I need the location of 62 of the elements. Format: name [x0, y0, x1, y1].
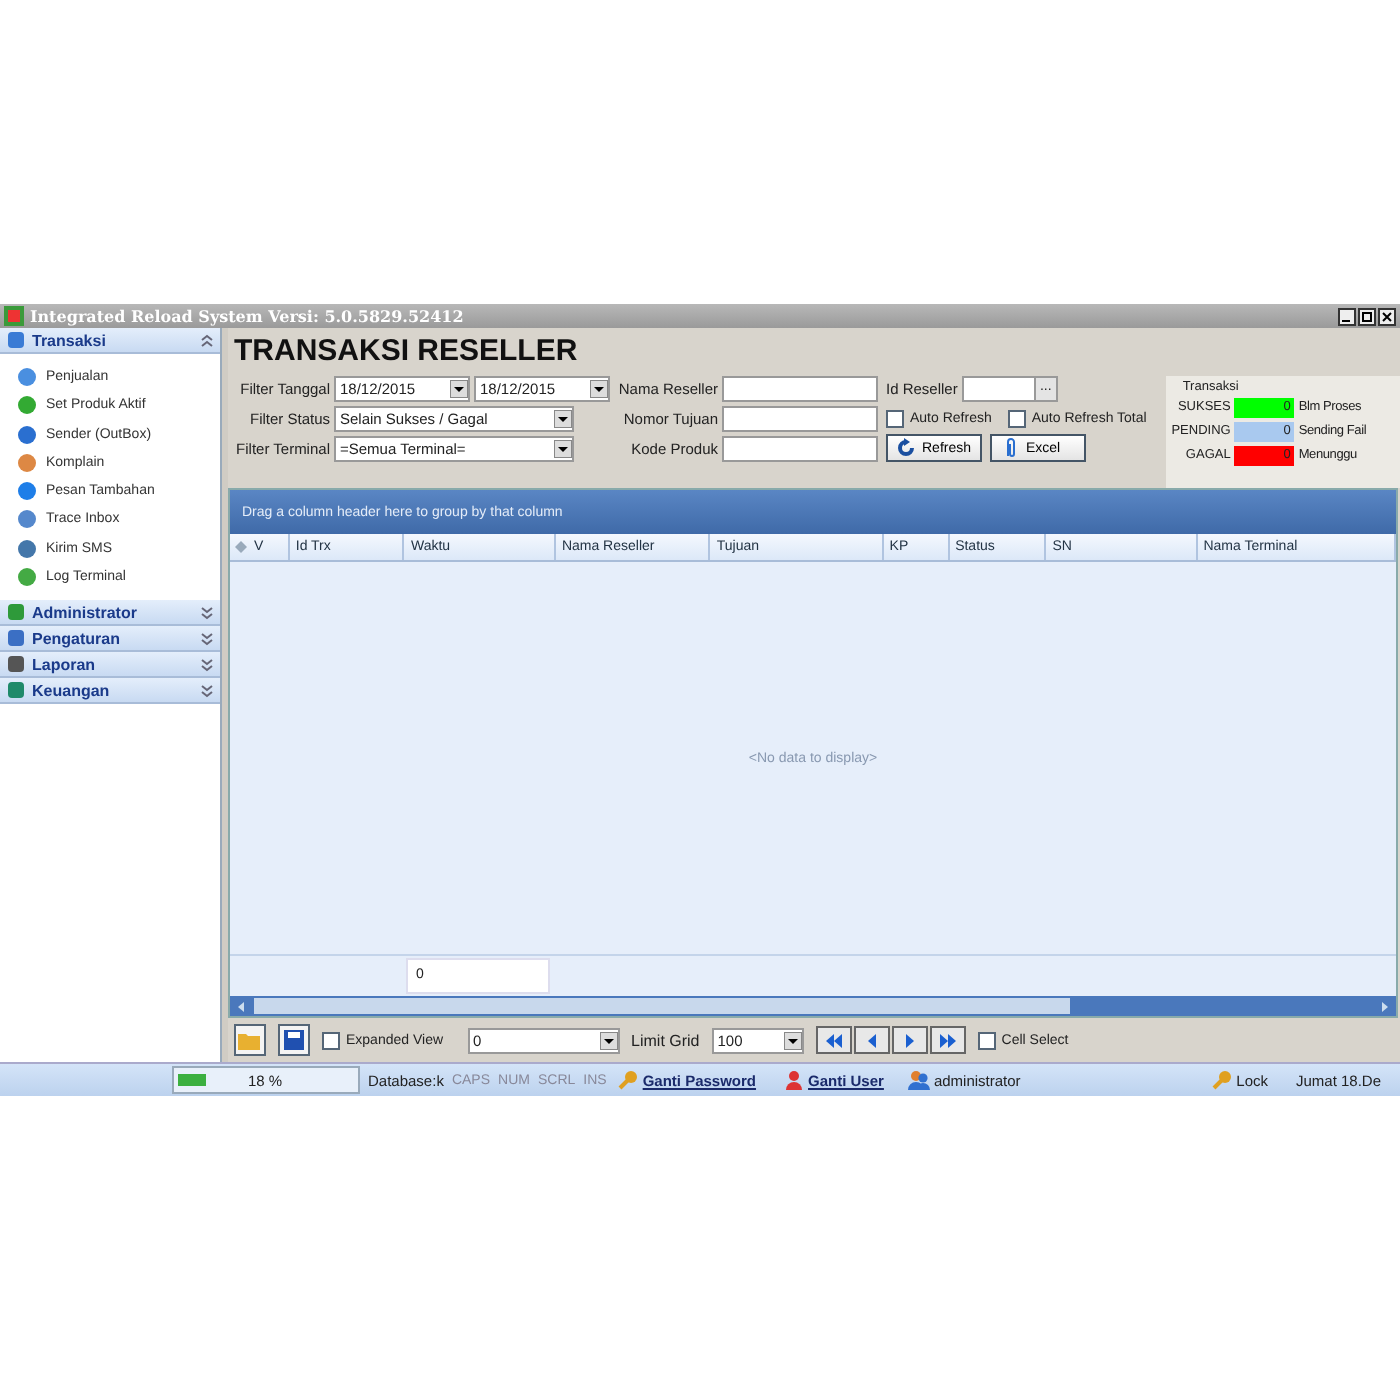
input-field[interactable] — [722, 375, 878, 401]
group-label: Administrator — [32, 603, 139, 622]
save-icon — [284, 1030, 304, 1050]
window-title: Integrated Reload System Versi: 5.0.5829.52412 — [30, 306, 466, 326]
group-header[interactable]: Keuangan — [0, 678, 220, 705]
dropdown-arrow-icon — [554, 439, 572, 457]
group-icon — [6, 330, 26, 350]
item-icon — [16, 394, 38, 417]
dropdown-arrow-icon — [599, 1031, 618, 1049]
group-label: Transaksi — [32, 331, 108, 349]
person-icon — [784, 1070, 805, 1090]
item-icon — [16, 366, 38, 388]
item-icon — [16, 537, 38, 560]
dropdown-arrow-icon — [450, 379, 468, 397]
field-label: Limit Grid — [631, 1031, 700, 1049]
minimize-icon — [1338, 307, 1356, 325]
group-icon — [6, 680, 26, 701]
group-icon — [6, 602, 26, 623]
previous-button[interactable] — [853, 1026, 890, 1054]
checkbox[interactable] — [322, 1031, 340, 1049]
refresh-icon — [896, 438, 916, 458]
item-icon — [16, 451, 38, 474]
row-indicator-icon — [234, 540, 248, 554]
group-label: Laporan — [32, 655, 98, 674]
group-label: Keuangan — [32, 681, 112, 700]
group-header[interactable]: Pengaturan — [0, 626, 220, 653]
key-icon — [618, 1070, 639, 1090]
scroll-right-icon — [1378, 999, 1392, 1013]
group-icon — [6, 628, 26, 649]
last-page-icon — [937, 1031, 958, 1049]
group-icon — [6, 654, 26, 675]
page-title: TRANSAKSI RESELLER — [234, 333, 578, 367]
users-icon — [907, 1070, 930, 1090]
app-icon — [4, 306, 24, 326]
close-icon — [1378, 307, 1396, 325]
checkbox[interactable] — [977, 1031, 996, 1049]
input-field[interactable] — [722, 405, 878, 431]
first-button[interactable] — [815, 1026, 852, 1054]
dropdown-arrow-icon — [590, 379, 608, 397]
dropdown-arrow-icon — [554, 409, 572, 427]
next-button[interactable] — [891, 1026, 928, 1054]
folder-icon — [238, 1030, 262, 1050]
item-icon — [16, 508, 38, 531]
item-icon — [16, 480, 38, 503]
group-header[interactable]: Transaksi — [0, 328, 220, 354]
group-header[interactable]: Laporan — [0, 652, 220, 679]
scroll-left-icon — [234, 999, 248, 1013]
checkbox[interactable] — [886, 409, 904, 427]
group-label: Pengaturan — [32, 629, 123, 648]
item-icon — [16, 423, 38, 446]
item-icon — [16, 566, 38, 589]
first-page-icon — [823, 1031, 844, 1049]
key-icon — [1212, 1070, 1233, 1090]
group-header[interactable]: Administrator — [0, 600, 220, 627]
horizontal-scrollbar[interactable] — [230, 996, 1396, 1016]
dropdown-arrow-icon — [783, 1031, 802, 1049]
open-button[interactable] — [234, 1024, 266, 1056]
save-button[interactable] — [278, 1024, 310, 1056]
checkbox[interactable] — [1007, 409, 1026, 427]
maximize-icon — [1358, 307, 1376, 325]
last-button[interactable] — [929, 1026, 966, 1054]
input-field[interactable] — [722, 435, 878, 461]
